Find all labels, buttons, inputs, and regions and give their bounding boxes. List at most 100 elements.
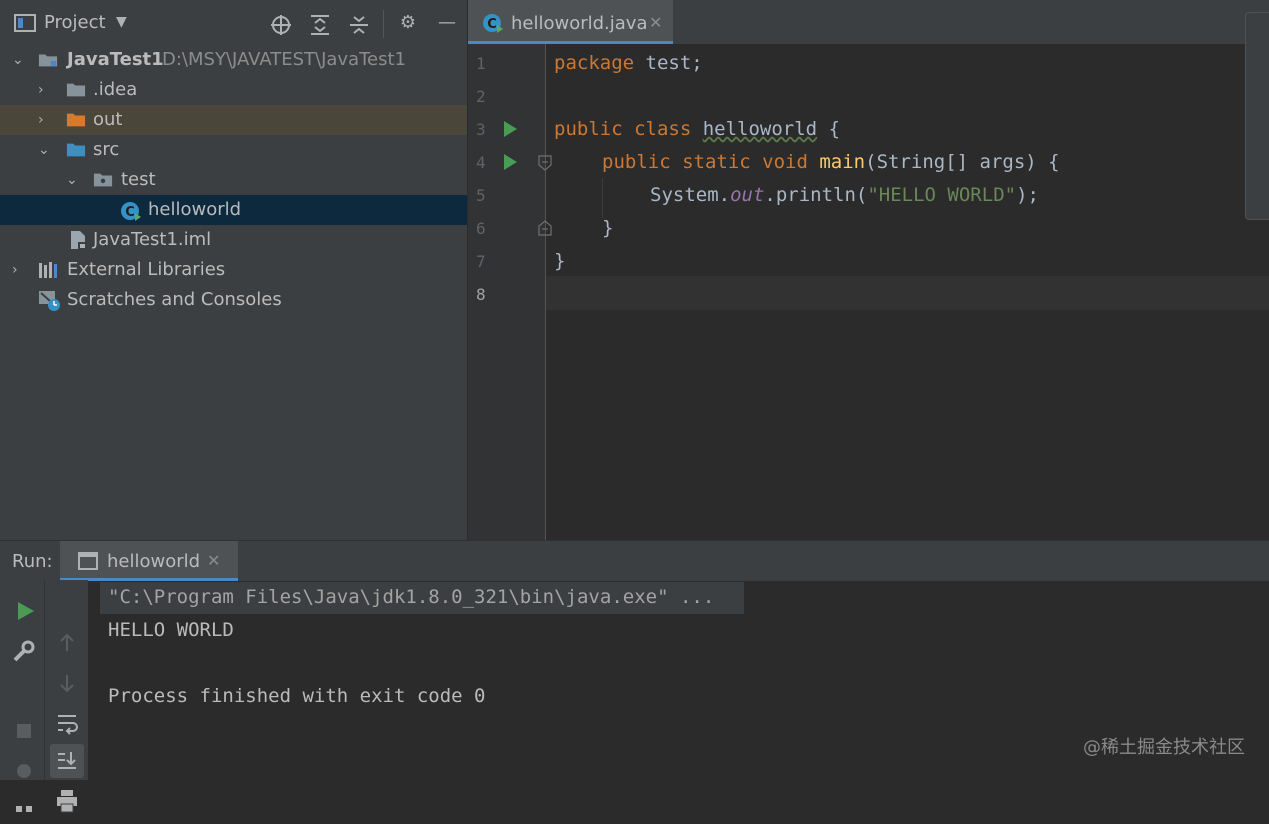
scratches-icon: [39, 291, 60, 311]
source-folder-icon: [66, 143, 86, 157]
rerun-icon[interactable]: [10, 596, 40, 626]
code-text: System.: [650, 184, 731, 206]
wrench-icon[interactable]: [9, 636, 39, 666]
tree-item-idea[interactable]: › .idea: [0, 75, 467, 105]
line-number: 3: [476, 120, 486, 139]
tree-item-label: JavaTest1.iml: [93, 229, 212, 250]
string-literal: "HELLO WORLD": [867, 184, 1017, 206]
arrow-up-icon[interactable]: [52, 628, 82, 658]
tree-item-label: test: [121, 169, 156, 190]
run-label: Run:: [12, 551, 53, 572]
bug-icon[interactable]: [9, 756, 39, 786]
chevron-right-icon[interactable]: ›: [38, 75, 54, 105]
tree-item-label: Scratches and Consoles: [67, 289, 282, 310]
tree-item-label: src: [93, 139, 120, 160]
gear-icon[interactable]: ⚙: [397, 12, 419, 34]
notification-popup[interactable]: [1245, 12, 1269, 220]
line-number: 5: [476, 186, 486, 205]
tree-item-scratches[interactable]: Scratches and Consoles: [0, 285, 467, 315]
tab-run-helloworld[interactable]: helloworld ✕: [60, 541, 238, 581]
tree-item-path: D:\MSY\JAVATEST\JavaTest1: [162, 49, 407, 70]
arrow-down-icon[interactable]: [52, 668, 82, 698]
soft-wrap-icon[interactable]: [52, 708, 82, 738]
tree-item-out[interactable]: › out: [0, 105, 467, 135]
console-icon: [78, 552, 98, 570]
locate-icon[interactable]: [270, 14, 292, 36]
code-line-5[interactable]: System.out.println("HELLO WORLD");: [650, 184, 1039, 206]
keyword: package: [554, 52, 635, 74]
run-panel: Run: helloworld ✕ "C:\Program Files\Java…: [0, 540, 1269, 813]
tab-label: helloworld.java: [511, 13, 648, 34]
fold-icon[interactable]: [538, 155, 552, 171]
keyword: public static void: [602, 151, 808, 173]
tree-item-test[interactable]: ⌄ test: [0, 165, 467, 195]
layout-icon[interactable]: [9, 794, 39, 824]
chevron-right-icon[interactable]: ›: [38, 105, 54, 135]
editor-tab-bar: C helloworld.java ✕: [468, 0, 1269, 44]
static-field: out: [730, 184, 765, 206]
run-gutter-icon[interactable]: [502, 120, 518, 138]
code-line-1[interactable]: package test;: [554, 52, 703, 74]
tree-item-label: .idea: [93, 79, 138, 100]
run-toolbar: [0, 580, 88, 813]
minimize-icon[interactable]: —: [436, 12, 458, 34]
chevron-down-icon[interactable]: ▼: [116, 14, 127, 30]
tree-item-javatest1[interactable]: ⌄ JavaTest1 D:\MSY\JAVATEST\JavaTest1: [0, 45, 467, 75]
svg-text:C: C: [125, 205, 135, 220]
fold-icon[interactable]: [538, 220, 552, 236]
project-toolbar: Project ▼ ⚙ —: [0, 0, 467, 44]
scroll-to-end-icon[interactable]: [52, 746, 82, 776]
code-line-6[interactable]: }: [602, 217, 613, 239]
code-text: .println(: [764, 184, 868, 206]
project-panel: Project ▼ ⚙ — ⌄ JavaTest1 D:\MSY\JAVATES…: [0, 0, 467, 540]
code-line-4[interactable]: public static void main(String[] args) {: [602, 151, 1060, 173]
indent-guide: [602, 178, 603, 218]
tree-item-label: out: [93, 109, 123, 130]
keyword: public class: [554, 118, 692, 140]
line-number: 6: [476, 219, 486, 238]
tree-item-label: External Libraries: [67, 259, 226, 280]
run-gutter-icon[interactable]: [502, 153, 518, 171]
print-icon[interactable]: [52, 786, 82, 816]
toolbar-separator: [383, 10, 384, 38]
tree-item-external-libraries[interactable]: › External Libraries: [0, 255, 467, 285]
run-tab-label: helloworld: [107, 551, 201, 572]
console-line-exit[interactable]: Process finished with exit code 0: [108, 685, 486, 707]
code-text: test;: [634, 52, 703, 74]
chevron-down-icon[interactable]: ⌄: [38, 135, 54, 165]
close-icon[interactable]: ✕: [207, 551, 220, 570]
run-header: Run: helloworld ✕: [0, 540, 1269, 581]
code-text: {: [817, 118, 841, 140]
stop-icon[interactable]: [9, 716, 39, 746]
watermark: @稀土掘金技术社区: [1083, 737, 1245, 758]
java-class-icon: C: [121, 202, 141, 221]
svg-text:C: C: [487, 17, 497, 32]
chevron-down-icon[interactable]: ⌄: [12, 45, 28, 75]
close-icon[interactable]: ✕: [649, 13, 662, 32]
chevron-down-icon[interactable]: ⌄: [66, 165, 82, 195]
tab-helloworld-java[interactable]: C helloworld.java ✕: [468, 0, 673, 44]
code-text: }: [554, 250, 566, 272]
java-class-icon: C: [483, 14, 503, 33]
project-view-icon[interactable]: [14, 14, 36, 32]
console-line-command[interactable]: "C:\Program Files\Java\jdk1.8.0_321\bin\…: [108, 586, 714, 608]
tree-item-iml[interactable]: JavaTest1.iml: [0, 225, 467, 255]
code-line-7[interactable]: }: [554, 250, 565, 272]
module-folder-icon: [38, 54, 58, 67]
project-title[interactable]: Project: [44, 12, 106, 33]
collapse-all-icon[interactable]: [348, 14, 370, 36]
line-number: 8: [476, 285, 486, 304]
folder-icon: [66, 83, 86, 97]
tree-item-label: helloworld: [148, 199, 242, 220]
code-line-3[interactable]: public class helloworld {: [554, 118, 840, 140]
method-name: main: [819, 151, 866, 173]
tree-item-label: JavaTest1: [67, 49, 164, 70]
tree-item-helloworld[interactable]: C helloworld: [0, 195, 467, 225]
code-text: }: [602, 217, 614, 239]
expand-all-icon[interactable]: [309, 14, 331, 36]
tree-item-src[interactable]: ⌄ src: [0, 135, 467, 165]
console-line-output[interactable]: HELLO WORLD: [108, 619, 234, 641]
chevron-right-icon[interactable]: ›: [12, 255, 28, 285]
excluded-folder-icon: [66, 113, 86, 127]
line-number: 1: [476, 54, 486, 73]
